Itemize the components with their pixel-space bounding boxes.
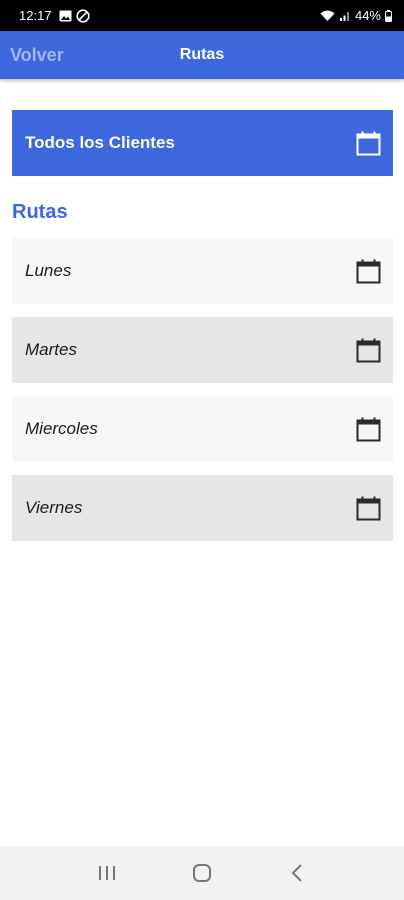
calendar-icon [356,259,381,284]
app-bar: Volver Rutas [0,31,404,79]
home-icon[interactable] [182,853,222,893]
routes-section-title: Rutas [12,201,68,223]
calendar-icon [356,496,381,521]
calendar-icon [356,417,381,442]
route-item-viernes[interactable]: Viernes [12,475,393,541]
route-item-martes[interactable]: Martes [12,317,393,383]
wifi-icon [320,10,335,22]
routes-list: Lunes Martes Miercoles Viernes [12,238,393,554]
route-label: Lunes [25,261,72,280]
system-nav-bar [0,846,404,900]
all-clients-button[interactable]: Todos los Clientes [12,110,393,176]
status-time: 12:17 [19,8,52,23]
status-left: 12:17 [19,8,90,23]
back-icon[interactable] [277,853,317,893]
gallery-icon [59,10,72,22]
status-bar: 12:17 44% [0,0,404,31]
calendar-icon [356,131,381,156]
route-label: Miercoles [25,419,98,438]
route-item-miercoles[interactable]: Miercoles [12,396,393,462]
calendar-icon [356,338,381,363]
back-button[interactable]: Volver [10,31,64,79]
signal-icon [339,10,351,22]
route-label: Martes [25,340,77,359]
do-not-disturb-icon [75,8,90,23]
recent-apps-icon[interactable] [87,853,127,893]
route-label: Viernes [25,498,83,517]
all-clients-label: Todos los Clientes [25,133,175,152]
route-item-lunes[interactable]: Lunes [12,238,393,304]
battery-icon [385,9,392,22]
status-right: 44% [320,8,392,23]
battery-level: 44% [354,8,381,23]
